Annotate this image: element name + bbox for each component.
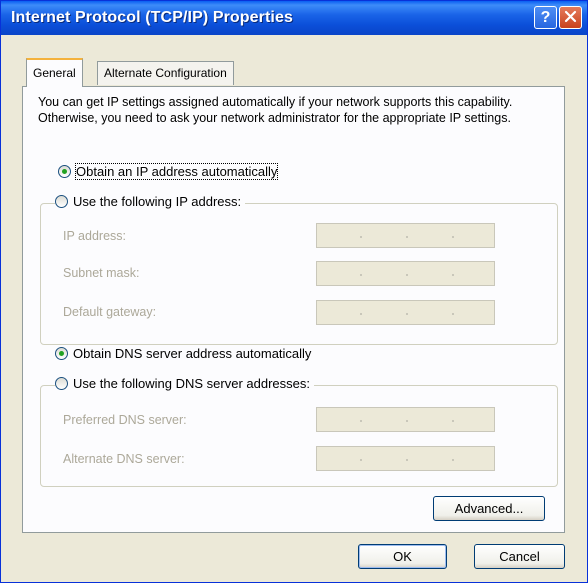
close-button[interactable] <box>559 6 582 29</box>
subnet-mask-field[interactable] <box>316 261 495 286</box>
preferred-dns-label: Preferred DNS server: <box>63 413 187 427</box>
cancel-button[interactable]: Cancel <box>474 544 565 569</box>
help-icon: ? <box>540 9 551 26</box>
help-button[interactable]: ? <box>534 6 557 29</box>
title-bar[interactable]: Internet Protocol (TCP/IP) Properties ? <box>1 1 587 35</box>
radio-unchecked-icon <box>55 377 68 390</box>
alternate-dns-field[interactable] <box>316 446 495 471</box>
advanced-button[interactable]: Advanced... <box>433 496 545 521</box>
subnet-mask-label: Subnet mask: <box>63 266 140 280</box>
tab-alternate-configuration-label: Alternate Configuration <box>104 66 227 80</box>
radio-checked-icon <box>58 165 71 178</box>
tab-alternate-configuration[interactable]: Alternate Configuration <box>97 61 234 85</box>
use-following-ip-label: Use the following IP address: <box>73 194 242 209</box>
close-icon <box>564 10 577 23</box>
use-following-dns-label: Use the following DNS server addresses: <box>73 376 310 391</box>
tab-general-label: General <box>33 66 76 80</box>
preferred-dns-field[interactable] <box>316 407 495 432</box>
window-title: Internet Protocol (TCP/IP) Properties <box>11 9 293 26</box>
default-gateway-label: Default gateway: <box>63 305 157 319</box>
obtain-dns-auto-label: Obtain DNS server address automatically <box>73 346 312 361</box>
use-following-ip-radio[interactable]: Use the following IP address: <box>55 194 246 209</box>
dns-address-group <box>40 385 558 487</box>
ip-address-field[interactable] <box>316 223 495 248</box>
radio-unchecked-icon <box>55 195 68 208</box>
tab-general[interactable]: General <box>26 58 83 87</box>
default-gateway-field[interactable] <box>316 300 495 325</box>
use-following-dns-radio[interactable]: Use the following DNS server addresses: <box>55 376 314 391</box>
obtain-dns-auto-radio[interactable]: Obtain DNS server address automatically <box>55 346 316 361</box>
ip-address-label: IP address: <box>63 229 127 243</box>
alternate-dns-label: Alternate DNS server: <box>63 452 185 466</box>
intro-text: You can get IP settings assigned automat… <box>38 95 513 125</box>
obtain-ip-auto-radio[interactable]: Obtain an IP address automatically <box>58 163 282 180</box>
obtain-ip-auto-label: Obtain an IP address automatically <box>74 163 279 180</box>
radio-checked-icon <box>55 347 68 360</box>
ok-button[interactable]: OK <box>358 544 447 569</box>
